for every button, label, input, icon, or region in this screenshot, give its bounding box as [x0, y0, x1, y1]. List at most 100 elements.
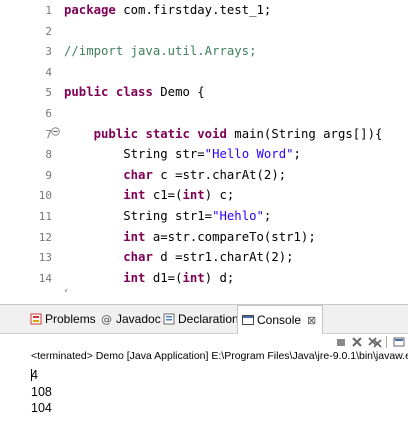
code-token: static: [145, 126, 190, 141]
tab-javadoc-label: Javadoc: [116, 312, 161, 326]
line-number: 14: [38, 271, 52, 285]
editor-horizontal-scrollbar[interactable]: ‹: [58, 284, 408, 292]
code-text: public class Demo {: [64, 83, 205, 102]
problems-icon: [30, 307, 42, 325]
code-line[interactable]: 11 String str1="Hehlo";: [0, 206, 408, 227]
line-number: 1: [45, 4, 52, 17]
code-line[interactable]: 2: [0, 21, 408, 42]
line-number: 8: [45, 148, 52, 162]
code-line[interactable]: 8 String str="Hello Word";: [0, 144, 408, 165]
code-token: char: [123, 250, 153, 265]
console-icon: [242, 308, 254, 325]
svg-text:@: @: [101, 313, 112, 325]
code-line[interactable]: 12 int a=str.compareTo(str1);: [0, 227, 408, 248]
console-output-line: 104: [31, 401, 52, 415]
scroll-left-icon[interactable]: ‹: [64, 284, 68, 292]
code-token: package: [64, 3, 116, 17]
code-token: String str=: [64, 147, 205, 162]
tab-declaration[interactable]: Declaration: [163, 305, 239, 333]
tab-problems-label: Problems: [45, 312, 96, 326]
console-output-line: 108: [31, 384, 52, 399]
console-status-line: <terminated> Demo [Java Application] E:\…: [31, 350, 408, 362]
code-token: int: [123, 229, 146, 244]
code-line[interactable]: 9 char c =str.charAt(2);: [0, 165, 408, 186]
code-text: int c1=(int) c;: [64, 186, 234, 205]
tab-declaration-label: Declaration: [178, 312, 239, 326]
code-text: package com.firstday.test_1;: [64, 1, 271, 20]
line-number: 12: [38, 230, 52, 244]
code-token: public: [64, 85, 109, 100]
code-line[interactable]: 10 int c1=(int) c;: [0, 185, 408, 206]
tab-console[interactable]: Console ⊠: [237, 305, 324, 334]
code-token: int: [123, 188, 146, 203]
tab-javadoc[interactable]: @ Javadoc: [101, 305, 161, 333]
line-number: 9: [45, 168, 52, 182]
code-line[interactable]: 3 //import java.util.Arrays;: [0, 41, 408, 62]
fold-toggle-icon[interactable]: [51, 126, 60, 140]
code-editor[interactable]: 1 package com.firstday.test_1; 2 3 //import …: [0, 0, 408, 292]
line-number: 10: [38, 189, 52, 203]
code-text: String str1="Hehlo";: [64, 207, 271, 226]
panel-tab-bar: Problems @ Javadoc Declaration Console ⊠: [0, 305, 408, 334]
code-line[interactable]: 14 int d1=(int) d;: [0, 268, 408, 289]
code-token: void: [197, 126, 227, 141]
code-line[interactable]: 6: [0, 103, 408, 124]
code-token: class: [115, 85, 153, 100]
code-token: ) c;: [204, 188, 235, 203]
code-token: String str1=: [64, 208, 213, 223]
code-token: com.firstday.test_1;: [115, 3, 272, 17]
code-token: c =str.charAt(2);: [152, 167, 287, 182]
code-token: a=str.compareTo(str1);: [145, 229, 316, 244]
code-token: int: [182, 270, 205, 285]
line-number: 6: [45, 106, 52, 120]
code-token: char: [123, 167, 153, 182]
code-token: //import java.util.Arrays;: [64, 44, 257, 59]
line-number: 4: [45, 65, 52, 79]
code-token: "Hehlo": [212, 208, 264, 223]
code-line[interactable]: 4: [0, 62, 408, 83]
code-line[interactable]: 1 package com.firstday.test_1;: [0, 0, 408, 21]
code-line[interactable]: 5 public class Demo {: [0, 82, 408, 103]
code-text: char d =str1.charAt(2);: [64, 248, 294, 267]
console-output[interactable]: 4 108 104: [31, 367, 52, 417]
close-icon[interactable]: ⊠: [307, 315, 316, 327]
code-lines[interactable]: 1 package com.firstday.test_1; 2 3 //import …: [0, 0, 408, 292]
code-text: int d1=(int) d;: [64, 269, 234, 288]
code-token: ;: [263, 208, 272, 223]
code-token: c1=(: [145, 188, 183, 203]
code-token: int: [182, 188, 205, 203]
code-token: d1=(: [145, 270, 183, 285]
bottom-panel: Problems @ Javadoc Declaration Console ⊠: [0, 304, 408, 421]
code-line[interactable]: 7 public static void main(String args[])…: [0, 124, 408, 145]
code-token: d =str1.charAt(2);: [152, 250, 294, 265]
code-text: int a=str.compareTo(str1);: [64, 228, 316, 247]
code-token: Demo {: [152, 85, 205, 100]
line-number: 2: [45, 24, 52, 38]
code-text: char c =str.charAt(2);: [64, 166, 286, 185]
code-token: int: [123, 270, 146, 285]
code-text: //import java.util.Arrays;: [64, 42, 257, 61]
line-number: 13: [38, 251, 52, 265]
javadoc-icon: @: [101, 307, 113, 326]
code-text: public static void main(String args[]){: [64, 125, 383, 144]
line-number: 5: [45, 86, 52, 100]
console-output-line: 4: [31, 368, 38, 382]
line-number: 15: [39, 290, 52, 292]
code-token: ) d;: [204, 270, 235, 285]
code-token: public: [93, 126, 139, 141]
tab-problems[interactable]: Problems: [30, 305, 96, 333]
code-token: "Hello Word": [204, 147, 294, 162]
line-number: 11: [38, 209, 52, 223]
line-number: 3: [45, 45, 52, 59]
code-line[interactable]: 13 char d =str1.charAt(2);: [0, 247, 408, 268]
code-text: String str="Hello Word";: [64, 145, 301, 164]
code-token: ;: [293, 147, 301, 162]
tab-console-label: Console: [257, 313, 302, 327]
